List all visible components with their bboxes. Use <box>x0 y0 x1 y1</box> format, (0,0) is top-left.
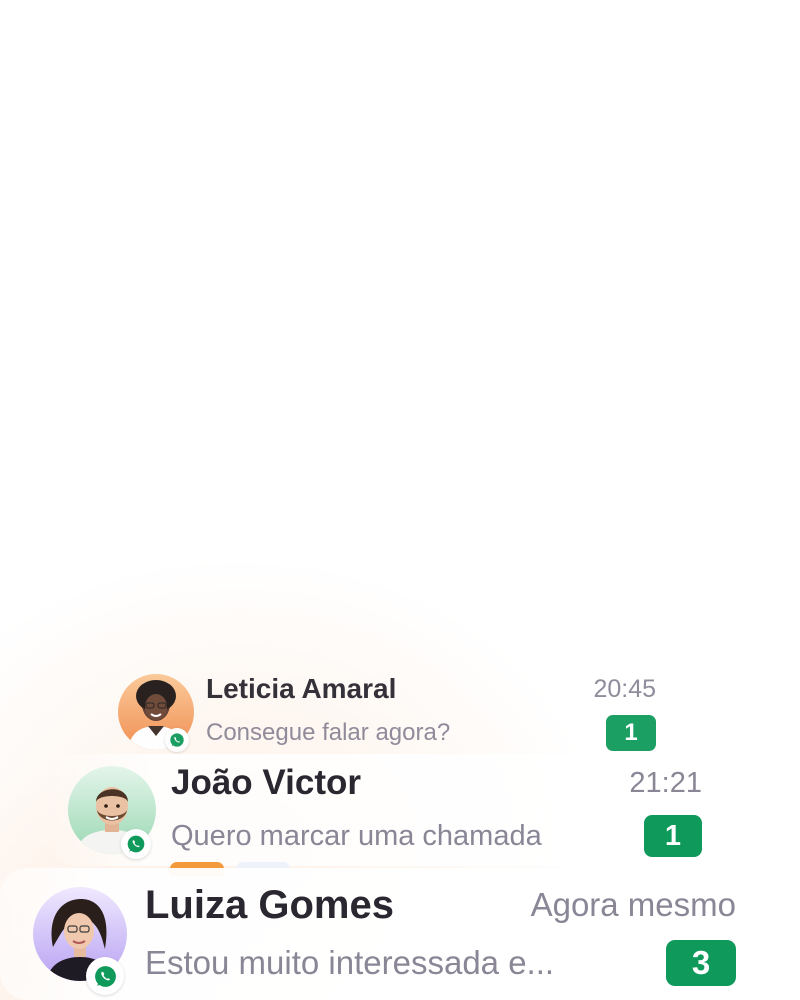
whatsapp-icon <box>86 957 124 995</box>
message-time: Agora mesmo <box>530 886 736 923</box>
avatar-container <box>48 766 156 859</box>
whatsapp-icon <box>121 829 151 859</box>
conversation-list-stage: Leticia Amaral 20:45 Consegue falar agor… <box>0 0 800 1000</box>
message-time: 21:21 <box>629 766 702 799</box>
message-preview: Estou muito interessada e... <box>145 943 555 981</box>
conversation-item-joao[interactable]: João Victor 21:21 Quero marcar uma chama… <box>48 754 728 866</box>
conversation-preview-row: Consegue falar agora? 1 <box>206 705 656 751</box>
conversation-body: Luiza Gomes Agora mesmo Estou muito inte… <box>145 883 800 986</box>
conversation-header-row: Luiza Gomes Agora mesmo <box>145 883 736 928</box>
message-preview: Consegue falar agora? <box>206 719 451 746</box>
message-time: 20:45 <box>593 674 656 703</box>
contact-name: Luiza Gomes <box>145 882 394 927</box>
conversation-header-row: João Victor 21:21 <box>171 763 702 803</box>
conversation-body: João Victor 21:21 Quero marcar uma chama… <box>171 763 728 857</box>
contact-name: João Victor <box>171 763 361 802</box>
contact-name: Leticia Amaral <box>206 673 397 704</box>
unread-count-badge: 1 <box>606 715 656 751</box>
avatar-container <box>0 887 127 995</box>
message-preview: Quero marcar uma chamada <box>171 819 542 852</box>
conversation-preview-row: Quero marcar uma chamada 1 <box>171 803 702 857</box>
avatar-container <box>118 674 194 752</box>
conversation-preview-row: Estou muito interessada e... 3 <box>145 928 736 986</box>
conversation-item-leticia[interactable]: Leticia Amaral 20:45 Consegue falar agor… <box>118 670 678 754</box>
conversation-item-luiza[interactable]: Luiza Gomes Agora mesmo Estou muito inte… <box>0 868 800 1000</box>
conversation-body: Leticia Amaral 20:45 Consegue falar agor… <box>206 673 678 751</box>
whatsapp-icon <box>165 728 189 752</box>
unread-count-badge: 3 <box>666 939 736 986</box>
unread-count-badge: 1 <box>644 815 702 857</box>
conversation-header-row: Leticia Amaral 20:45 <box>206 673 656 705</box>
